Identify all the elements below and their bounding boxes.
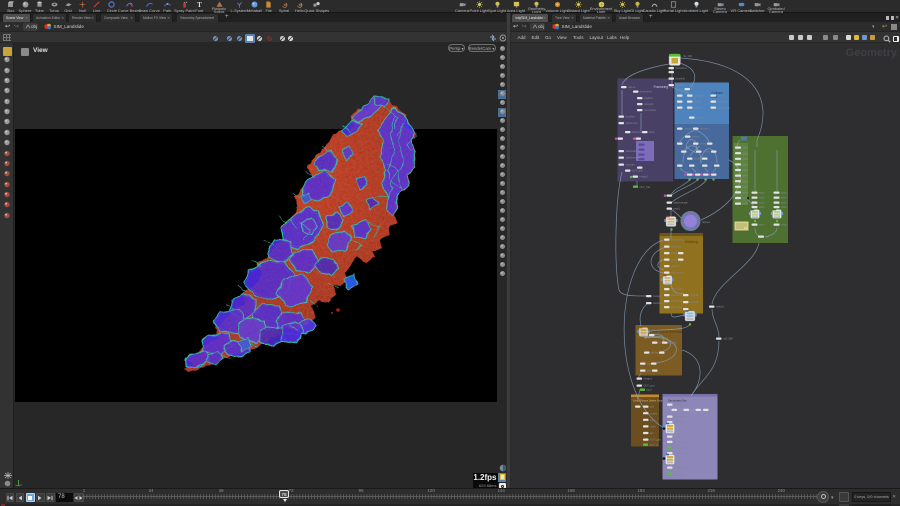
svg-text:wrangle1: wrangle1 — [694, 95, 705, 98]
svg-text:merge1: merge1 — [644, 378, 653, 381]
svg-text:attrib: attrib — [743, 180, 749, 183]
svg-text:attrib: attrib — [759, 197, 765, 200]
svg-text:attribwrangle: attribwrangle — [674, 202, 689, 205]
svg-text:assemble1: assemble1 — [640, 91, 653, 94]
svg-text:attrib: attrib — [759, 206, 765, 209]
svg-text:out: out — [766, 236, 770, 239]
svg-text:OUT_pts: OUT_pts — [674, 473, 685, 476]
svg-text:attrib: attrib — [743, 164, 749, 167]
svg-text:polyfill1: polyfill1 — [690, 294, 699, 297]
svg-text:unpack: unpack — [674, 436, 683, 439]
svg-text:attr: attr — [650, 432, 654, 435]
svg-text:scatter1: scatter1 — [644, 97, 654, 100]
svg-text:OUT_frac: OUT_frac — [640, 186, 652, 189]
svg-text:attribwrangle: attribwrangle — [674, 452, 689, 455]
svg-text:attrib: attrib — [649, 131, 655, 134]
svg-text:attrib: attrib — [759, 202, 765, 205]
svg-text:timeshift: timeshift — [676, 78, 686, 81]
svg-text:sw: sw — [710, 409, 713, 412]
svg-text:dopimport: dopimport — [674, 421, 685, 424]
svg-text:merge1: merge1 — [653, 295, 662, 298]
svg-text:attrib: attrib — [781, 224, 787, 227]
svg-text:grid: grid — [650, 406, 655, 409]
svg-text:unpack1: unpack1 — [684, 128, 694, 131]
svg-text:dopnet: dopnet — [702, 221, 710, 224]
svg-text:attrib: attrib — [781, 202, 787, 205]
svg-text:attrib: attrib — [759, 224, 765, 227]
svg-text:merge1: merge1 — [692, 136, 701, 139]
svg-text:attrib: attrib — [781, 192, 787, 195]
svg-text:Meshing: Meshing — [685, 240, 698, 244]
svg-text:merge1: merge1 — [696, 117, 705, 120]
svg-text:OUT_d: OUT_d — [650, 444, 659, 447]
svg-text:vdbsmooth: vdbsmooth — [718, 107, 731, 110]
svg-text:delete1: delete1 — [694, 107, 703, 110]
svg-text:attrib: attrib — [743, 203, 749, 206]
svg-text:vdbconvert: vdbconvert — [626, 122, 639, 125]
svg-text:attrib: attrib — [743, 158, 749, 161]
svg-text:attrib: attrib — [743, 192, 749, 195]
svg-text:OUT_sim: OUT_sim — [674, 447, 685, 450]
svg-text:attribwrangle: attribwrangle — [626, 150, 641, 153]
svg-text:noise1: noise1 — [718, 95, 726, 98]
svg-text:attrib1: attrib1 — [703, 151, 711, 154]
svg-text:clean1: clean1 — [700, 143, 708, 146]
svg-text:attrib: attrib — [743, 147, 749, 150]
svg-text:OUT_geo: OUT_geo — [650, 439, 661, 442]
svg-text:switch1: switch1 — [676, 84, 685, 87]
svg-text:OUT_geo: OUT_geo — [644, 385, 655, 388]
svg-text:attrib: attrib — [781, 206, 787, 209]
svg-text:attrib: attrib — [743, 152, 749, 155]
svg-text:OUT_geo: OUT_geo — [671, 306, 682, 309]
svg-text:merge1: merge1 — [640, 176, 649, 179]
svg-text:filecache1: filecache1 — [676, 67, 688, 70]
svg-text:convert: convert — [671, 265, 680, 268]
svg-text:null_SIM: null_SIM — [723, 338, 733, 341]
svg-text:file_SIM: file_SIM — [683, 55, 692, 58]
svg-text:attribdelete: attribdelete — [671, 300, 684, 303]
svg-text:Debris Ground Dust Setup: Debris Ground Dust Setup — [650, 330, 683, 334]
svg-text:Fracturing: Fracturing — [654, 85, 669, 89]
svg-text:convert1: convert1 — [700, 128, 710, 131]
svg-text:transform1: transform1 — [674, 441, 687, 444]
svg-text:attrib: attrib — [759, 192, 765, 195]
svg-text:attribdelete: attribdelete — [674, 467, 687, 470]
svg-text:switch1: switch1 — [716, 306, 725, 309]
svg-text:attribtransfer: attribtransfer — [626, 157, 640, 160]
svg-text:attribdel: attribdel — [690, 301, 699, 304]
svg-text:attrib: attrib — [781, 197, 787, 200]
svg-text:promote: promote — [626, 164, 636, 167]
svg-text:voronoifrac: voronoifrac — [644, 109, 657, 112]
svg-text:dopimport1: dopimport1 — [674, 404, 687, 407]
svg-text:attrib: attrib — [743, 186, 749, 189]
svg-text:pack1: pack1 — [674, 208, 681, 211]
svg-text:timeshift: timeshift — [671, 246, 681, 249]
svg-text:attrib: attrib — [743, 175, 749, 178]
svg-text:Small Pieces Debris Source: Small Pieces Debris Source — [633, 399, 666, 403]
svg-text:delete1: delete1 — [651, 352, 660, 355]
svg-text:xform1: xform1 — [694, 101, 702, 104]
svg-text:xform1: xform1 — [669, 342, 677, 345]
svg-text:OUT: OUT — [647, 389, 653, 392]
svg-text:name1: name1 — [628, 86, 636, 89]
svg-text:isooffset: isooffset — [626, 116, 636, 119]
svg-text:dopimport1: dopimport1 — [671, 239, 684, 242]
svg-text:transform1: transform1 — [653, 302, 666, 305]
svg-text:promote1: promote1 — [718, 101, 729, 104]
svg-text:scatter: scatter — [650, 412, 658, 415]
svg-text:vdbconvert: vdbconvert — [671, 272, 684, 275]
svg-text:OUT_geo: OUT_geo — [632, 170, 643, 173]
svg-text:noise: noise — [650, 426, 657, 429]
svg-text:Secondary Sim: Secondary Sim — [668, 399, 688, 403]
svg-text:copy: copy — [650, 419, 656, 422]
svg-text:timeshift1: timeshift1 — [674, 416, 685, 419]
svg-text:polyreduce: polyreduce — [671, 288, 684, 291]
svg-text:voronoi1: voronoi1 — [644, 103, 654, 106]
svg-text:attrib: attrib — [743, 169, 749, 172]
